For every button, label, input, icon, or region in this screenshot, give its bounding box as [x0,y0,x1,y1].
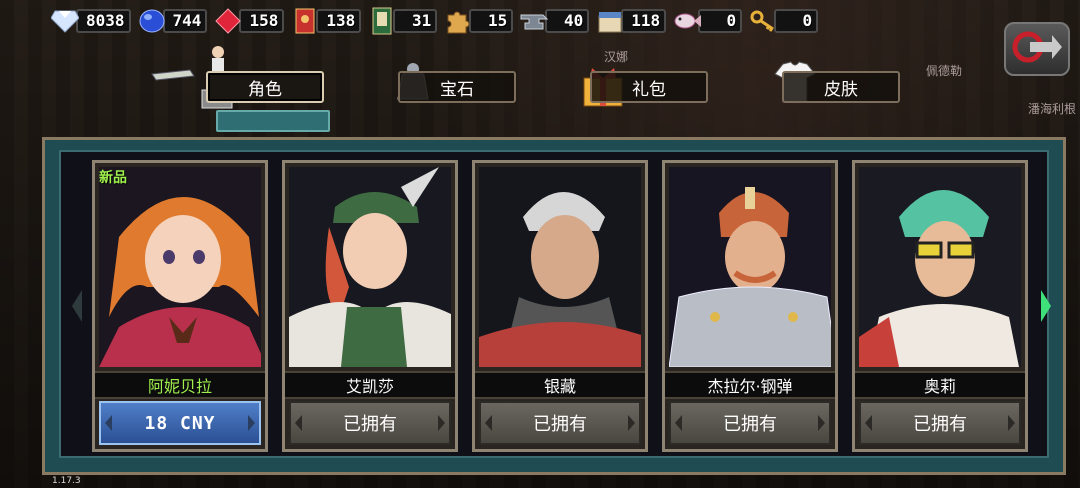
resource-red-ticket: 138 [290,6,362,36]
resource-supply-box: 118 [595,6,667,36]
chevron-left-icon [105,415,112,431]
fish-icon [672,6,702,36]
supply-box-icon [595,6,625,36]
character-name: 奥莉 [855,371,1025,399]
chevron-left-icon [865,415,872,431]
character-card-aikaisha[interactable]: 艾凯莎 已拥有 [282,160,458,452]
new-badge: 新品 [99,170,127,186]
resource-key-value: 0 [774,9,819,33]
owned-label: 已拥有 [913,414,967,435]
owned-button[interactable]: 已拥有 [289,401,451,445]
chevron-left-icon [675,415,682,431]
scroll-right-arrow[interactable] [1041,290,1051,322]
resource-red-gem: 158 [213,6,285,36]
resource-diamond-value: 8038 [76,9,131,33]
puzzle-icon [443,6,473,36]
blue-gem-icon [137,6,167,36]
card-icon [367,6,397,36]
resource-puzzle-value: 15 [469,9,514,33]
tab-packs[interactable]: 礼包 [590,71,708,103]
buy-button[interactable]: 18 CNY [99,401,261,445]
owned-label: 已拥有 [723,414,777,435]
price-label: 18 CNY [144,412,216,434]
key-icon [748,6,778,36]
tab-character[interactable]: 角色 [206,71,324,103]
chevron-right-icon [628,415,635,431]
owned-button[interactable]: 已拥有 [479,401,641,445]
owned-label: 已拥有 [343,414,397,435]
tab-gems[interactable]: 宝石 [398,71,516,103]
character-card-gerard[interactable]: 杰拉尔·钢弹 已拥有 [662,160,838,452]
owned-label: 已拥有 [533,414,587,435]
resource-bar: 8038 744 158 138 31 15 40 118 0 0 [50,6,819,36]
background-name-right-1: 佩德勒 [926,64,963,78]
character-name: 银藏 [475,371,645,399]
owned-button[interactable]: 已拥有 [669,401,831,445]
character-card-yinzang[interactable]: 银藏 已拥有 [472,160,648,452]
character-name: 艾凯莎 [285,371,455,399]
resource-key: 0 [748,6,819,36]
background-name-top: 汉娜 [604,50,629,64]
resource-card: 31 [367,6,438,36]
tab-active-indicator [216,110,330,132]
character-name: 阿妮贝拉 [95,371,265,399]
chevron-right-icon [1008,415,1015,431]
resource-anvil: 40 [519,6,590,36]
character-portrait [479,167,641,367]
scroll-left-arrow[interactable] [72,290,82,322]
resource-fish: 0 [672,6,743,36]
resource-card-value: 31 [393,9,438,33]
exit-arrow-icon [1012,29,1062,69]
character-portrait [859,167,1021,367]
resource-red-gem-value: 158 [239,9,285,33]
resource-fish-value: 0 [698,9,743,33]
character-card-aoli[interactable]: 奥莉 已拥有 [852,160,1028,452]
red-ticket-icon [290,6,320,36]
resource-blue-gem-value: 744 [162,9,208,33]
red-gem-icon [213,6,243,36]
version-label: 1.17.3 [52,476,81,486]
chevron-left-icon [485,415,492,431]
resource-red-ticket-value: 138 [316,9,362,33]
character-portrait [289,167,451,367]
chevron-right-icon [248,415,255,431]
resource-puzzle: 15 [443,6,514,36]
resource-blue-gem: 744 [137,6,208,36]
character-portrait [669,167,831,367]
exit-button[interactable] [1004,22,1070,76]
resource-supply-box-value: 118 [621,9,667,33]
resource-diamond: 8038 [50,6,131,36]
resource-anvil-value: 40 [545,9,590,33]
tab-skins[interactable]: 皮肤 [782,71,900,103]
character-card-anibella[interactable]: 新品 阿妮贝拉 18 CNY [92,160,268,452]
diamond-icon [50,6,80,36]
owned-button[interactable]: 已拥有 [859,401,1021,445]
chevron-left-icon [295,415,302,431]
background-name-right-2: 潘海利根 [1028,102,1077,116]
chevron-right-icon [438,415,445,431]
chevron-right-icon [818,415,825,431]
anvil-icon [519,6,549,36]
character-portrait [99,167,261,367]
character-name: 杰拉尔·钢弹 [665,371,835,399]
